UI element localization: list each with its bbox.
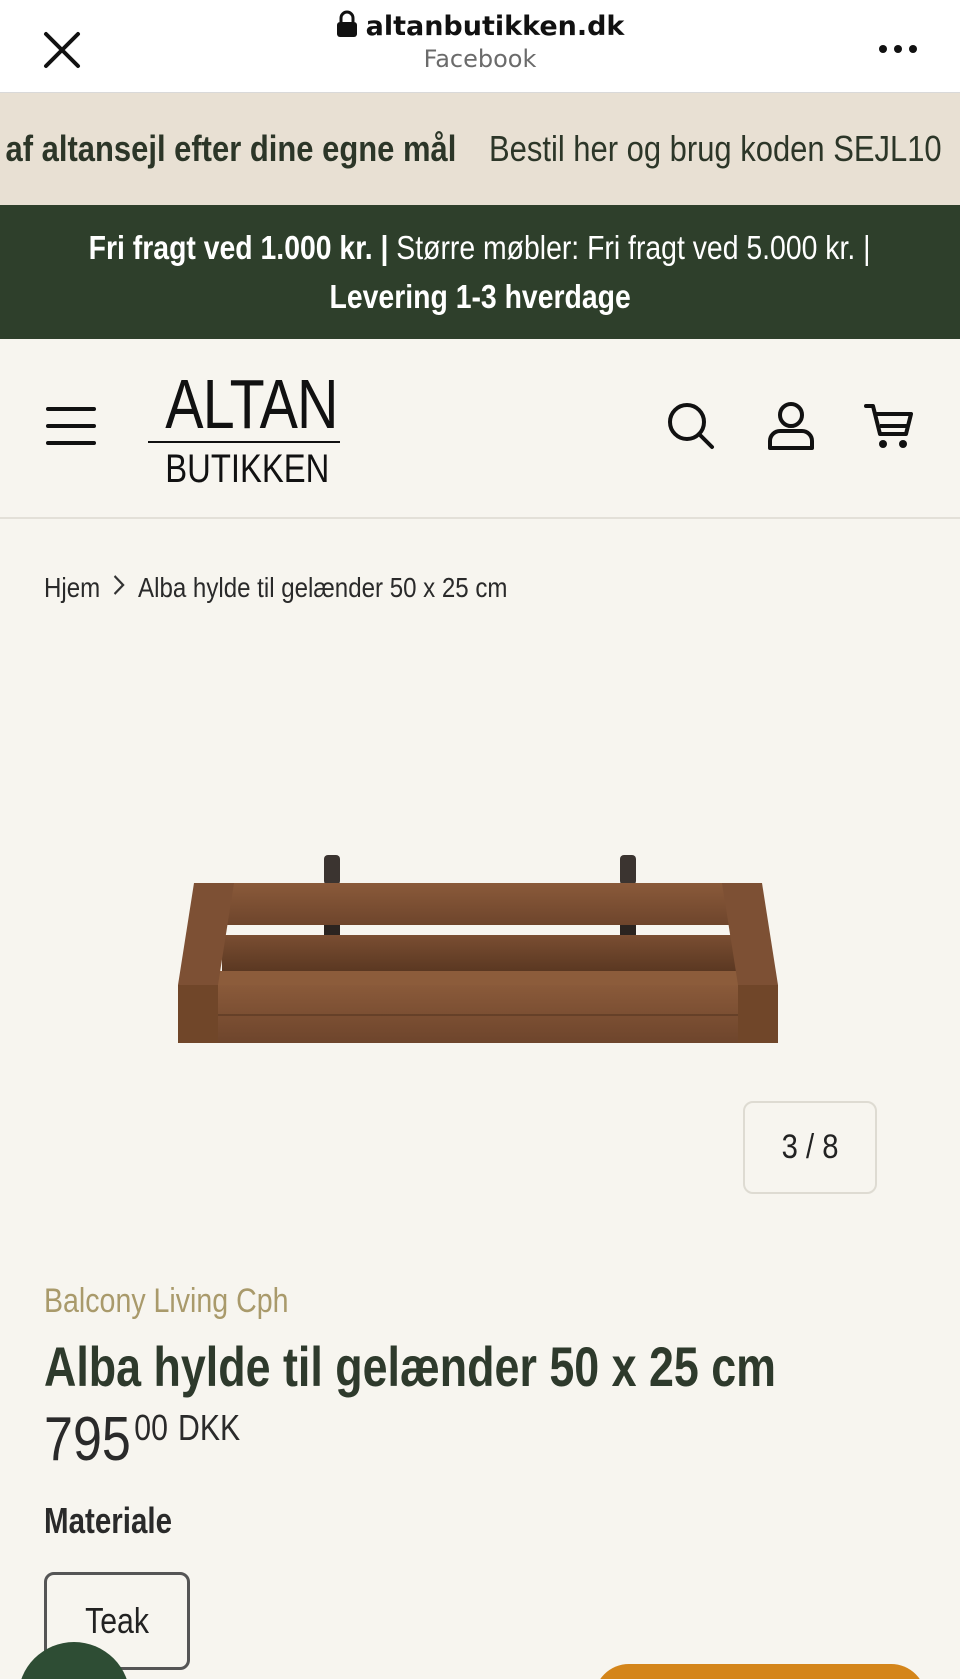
shipping-text-delivery: Levering 1-3 hverdage	[329, 278, 631, 315]
browser-domain: altanbutikken.dk	[365, 11, 625, 42]
promo-text-code: Bestil her og brug koden SEJL10	[488, 128, 942, 169]
promo-text-bold: b af altansejl efter dine egne mål	[0, 128, 457, 169]
menu-icon[interactable]	[44, 401, 100, 451]
product-title: Alba hylde til gelænder 50 x 25 cm	[44, 1335, 777, 1398]
option-label: Materiale	[44, 1500, 172, 1541]
browser-source: Facebook	[423, 45, 537, 73]
shipping-banner: Fri fragt ved 1.000 kr. | Større møbler:…	[0, 205, 960, 339]
site-header: ALTAN BUTIKKEN	[0, 339, 960, 519]
breadcrumb: Hjem Alba hylde til gelænder 50 x 25 cm	[44, 570, 507, 606]
logo-top-text: ALTAN	[165, 365, 338, 443]
slide-counter: 3 / 8	[743, 1101, 877, 1194]
shipping-text-large: Større møbler: Fri fragt ved 5.000 kr. |	[388, 229, 871, 266]
price-currency: DKK	[177, 1407, 241, 1448]
logo-bottom-text: BUTIKKEN	[165, 447, 330, 491]
search-icon[interactable]	[664, 399, 718, 453]
product-vendor[interactable]: Balcony Living Cph	[44, 1282, 288, 1321]
account-icon[interactable]	[764, 399, 818, 453]
browser-address[interactable]: altanbutikken.dk Facebook	[0, 10, 960, 73]
price-main: 795	[44, 1405, 131, 1474]
chevron-right-icon	[112, 572, 126, 604]
add-to-cart-button[interactable]	[594, 1664, 926, 1679]
promo-banner[interactable]: b af altansejl efter dine egne mål Besti…	[0, 93, 960, 205]
price-cents: 00	[134, 1407, 168, 1448]
slide-counter-text: 3 / 8	[781, 1128, 839, 1166]
breadcrumb-home[interactable]: Hjem	[44, 572, 100, 604]
product-price: 795 00 DKK	[44, 1408, 240, 1472]
cart-icon[interactable]	[862, 399, 916, 453]
browser-bar: altanbutikken.dk Facebook	[0, 0, 960, 93]
lock-icon	[336, 10, 358, 43]
shipping-text-free: Fri fragt ved 1.000 kr. |	[89, 229, 389, 266]
more-options-icon[interactable]	[876, 34, 920, 64]
breadcrumb-current: Alba hylde til gelænder 50 x 25 cm	[138, 572, 508, 603]
product-image[interactable]	[172, 845, 784, 1050]
site-logo[interactable]: ALTAN BUTIKKEN	[148, 369, 340, 489]
option-teak-label: Teak	[85, 1600, 149, 1641]
